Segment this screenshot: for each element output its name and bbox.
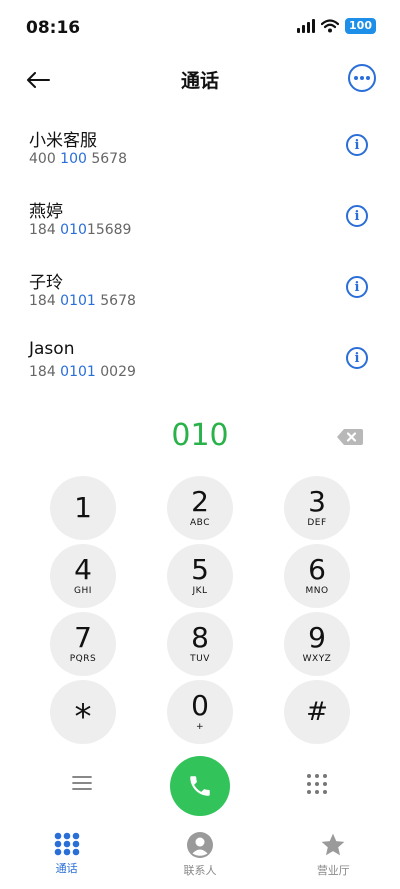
tab-label: 联系人	[183, 864, 217, 877]
contact-number: 184 0101 0029	[29, 364, 136, 380]
contact-row[interactable]: Jason 184 0101 0029 i	[0, 329, 400, 400]
dialpad-dots-icon	[307, 774, 327, 794]
more-dots-icon	[354, 76, 370, 80]
number-match-highlight: 0101	[60, 364, 96, 380]
key-0[interactable]: 0 +	[167, 680, 233, 744]
tab-label: 通话	[55, 862, 78, 875]
contact-number: 184 01015689	[29, 222, 132, 238]
star-icon	[321, 833, 345, 856]
key-8[interactable]: 8 TUV	[167, 612, 233, 676]
call-button[interactable]	[170, 756, 230, 816]
tab-service-hall[interactable]: 营业厅	[267, 824, 400, 889]
hamburger-menu-icon	[72, 776, 92, 790]
dialpad-grid-icon	[54, 832, 79, 856]
person-icon	[186, 832, 213, 858]
info-icon[interactable]: i	[346, 205, 368, 227]
contact-name: Jason	[29, 339, 75, 359]
page-title: 通话	[180, 70, 219, 92]
number-match-highlight: 0101	[60, 293, 96, 309]
tab-calls[interactable]: 通话	[0, 824, 133, 889]
contact-row[interactable]: 燕婷 184 01015689 i	[0, 187, 400, 258]
dial-actions	[0, 756, 400, 816]
status-time: 08:16	[26, 18, 81, 38]
header: 通话	[0, 56, 400, 104]
key-4[interactable]: 4 GHI	[50, 544, 116, 608]
dial-keypad: 1 2 ABC 3 DEF 4 GHI 5 JKL 6 MNO 7 PQRS 8 TUV 9W…	[50, 476, 350, 744]
tab-contacts[interactable]: 联系人	[133, 824, 266, 889]
info-icon[interactable]: i	[346, 276, 368, 298]
contact-row[interactable]: 小米客服 400 100 5678 i	[0, 116, 400, 187]
key-2[interactable]: 2 ABC	[167, 476, 233, 540]
key-1[interactable]: 1	[50, 476, 116, 540]
key-5[interactable]: 5 JKL	[167, 544, 233, 608]
wifi-icon	[321, 19, 340, 33]
menu-button[interactable]	[72, 774, 92, 792]
number-match-highlight: 100	[60, 151, 87, 167]
tab-label: 营业厅	[316, 864, 350, 877]
contact-number: 184 0101 5678	[29, 293, 136, 309]
battery-icon: 100	[345, 18, 376, 34]
phone-icon	[190, 776, 210, 796]
contact-name: 燕婷	[29, 202, 63, 222]
key-hash[interactable]: #	[284, 680, 350, 744]
key-6[interactable]: 6 MNO	[284, 544, 350, 608]
status-bar: 08:16 100	[0, 0, 400, 56]
number-match-highlight: 010	[60, 222, 87, 238]
bottom-tab-bar: 通话 联系人 营业厅	[0, 824, 400, 889]
contact-name: 子玲	[29, 273, 63, 293]
contact-row[interactable]: 子玲 184 0101 5678 i	[0, 258, 400, 329]
contact-number: 400 100 5678	[29, 151, 127, 167]
key-9[interactable]: 9 WXYZ	[284, 612, 350, 676]
info-icon[interactable]: i	[346, 134, 368, 156]
signal-icon	[297, 19, 316, 33]
backspace-icon	[337, 429, 363, 445]
backspace-button[interactable]	[336, 428, 364, 446]
contact-name: 小米客服	[29, 131, 97, 151]
more-options-button[interactable]	[348, 64, 376, 92]
key-star[interactable]: *	[50, 680, 116, 744]
key-3[interactable]: 3 DEF	[284, 476, 350, 540]
info-icon[interactable]: i	[346, 347, 368, 369]
status-icons: 100	[297, 18, 376, 34]
dialpad-toggle-button[interactable]	[306, 773, 328, 795]
key-7[interactable]: 7 PQRS	[50, 612, 116, 676]
contact-suggestions: 小米客服 400 100 5678 i 燕婷 184 01015689 i 子玲…	[0, 116, 400, 400]
